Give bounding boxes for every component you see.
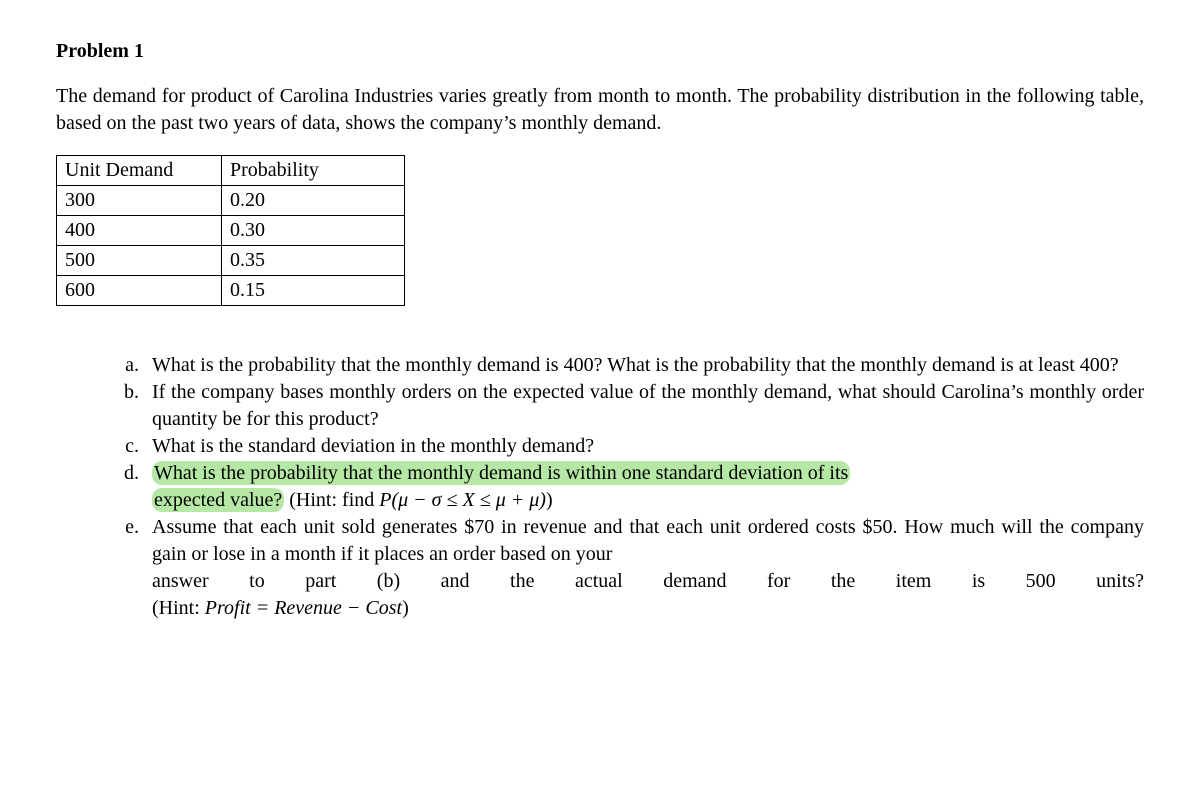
highlight-text: expected value? bbox=[152, 488, 284, 512]
table-row: 600 0.15 bbox=[57, 276, 405, 306]
word: the bbox=[510, 568, 534, 595]
question-e-text: Assume that each unit sold generates $70… bbox=[152, 516, 1144, 565]
word: item bbox=[896, 568, 932, 595]
hint-close: ) bbox=[546, 489, 553, 511]
table-row: 300 0.20 bbox=[57, 186, 405, 216]
header-probability: Probability bbox=[222, 156, 405, 186]
word: is bbox=[972, 568, 985, 595]
hint-math: Profit = Revenue − Cost bbox=[205, 597, 402, 619]
question-e-justified-line: answer to part (b) and the actual demand… bbox=[152, 568, 1144, 595]
word: and bbox=[441, 568, 470, 595]
word: part bbox=[305, 568, 336, 595]
cell-prob: 0.15 bbox=[222, 276, 405, 306]
question-b: If the company bases monthly orders on t… bbox=[144, 379, 1144, 433]
table-row: 500 0.35 bbox=[57, 246, 405, 276]
header-demand: Unit Demand bbox=[57, 156, 222, 186]
question-d: What is the probability that the monthly… bbox=[144, 460, 1144, 514]
problem-intro: The demand for product of Carolina Indus… bbox=[56, 83, 1144, 137]
highlight-text: What is the probability that the monthly… bbox=[152, 461, 850, 485]
question-c: What is the standard deviation in the mo… bbox=[144, 433, 1144, 460]
table-header-row: Unit Demand Probability bbox=[57, 156, 405, 186]
word: units? bbox=[1096, 568, 1144, 595]
demand-table: Unit Demand Probability 300 0.20 400 0.3… bbox=[56, 155, 405, 306]
cell-demand: 600 bbox=[57, 276, 222, 306]
cell-demand: 400 bbox=[57, 216, 222, 246]
question-a: What is the probability that the monthly… bbox=[144, 352, 1144, 379]
cell-prob: 0.35 bbox=[222, 246, 405, 276]
hint-close: ) bbox=[402, 597, 409, 619]
table-row: 400 0.30 bbox=[57, 216, 405, 246]
word: to bbox=[249, 568, 265, 595]
problem-title: Problem 1 bbox=[56, 38, 1144, 65]
hint-math: P(μ − σ ≤ X ≤ μ + μ) bbox=[379, 489, 546, 511]
word: actual bbox=[575, 568, 623, 595]
word: answer bbox=[152, 568, 209, 595]
question-list: What is the probability that the monthly… bbox=[56, 352, 1144, 622]
cell-demand: 300 bbox=[57, 186, 222, 216]
hint-label: (Hint: find bbox=[284, 489, 379, 511]
hint-open: (Hint: bbox=[152, 597, 205, 619]
cell-prob: 0.30 bbox=[222, 216, 405, 246]
word: demand bbox=[663, 568, 726, 595]
cell-prob: 0.20 bbox=[222, 186, 405, 216]
word: 500 bbox=[1026, 568, 1056, 595]
word: for bbox=[767, 568, 790, 595]
question-e: Assume that each unit sold generates $70… bbox=[144, 514, 1144, 622]
word: (b) bbox=[377, 568, 400, 595]
cell-demand: 500 bbox=[57, 246, 222, 276]
word: the bbox=[831, 568, 855, 595]
